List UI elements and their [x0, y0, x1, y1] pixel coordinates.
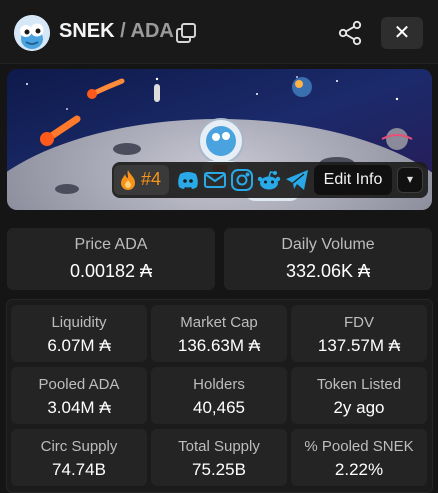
- close-icon: ✕: [393, 22, 411, 44]
- rank-badge[interactable]: #4: [114, 165, 169, 195]
- circ-supply-card: Circ Supply 74.74B: [11, 429, 147, 486]
- holders-label: Holders: [193, 376, 245, 393]
- total-supply-label: Total Supply: [178, 438, 260, 455]
- instagram-icon[interactable]: [230, 169, 254, 191]
- price-ada-value: 0.00182 ₳: [69, 261, 153, 281]
- circ-supply-value: 74.74B: [52, 460, 106, 479]
- pooled-snek-label: % Pooled SNEK: [304, 438, 414, 455]
- token-listed-card: Token Listed 2y ago: [291, 367, 427, 424]
- total-supply-value: 75.25B: [192, 460, 246, 479]
- more-options-dropdown[interactable]: ▾: [397, 167, 423, 193]
- chevron-down-icon: ▾: [406, 172, 414, 186]
- base-token: SNEK: [59, 20, 115, 42]
- pooled-ada-card: Pooled ADA 3.04M ₳: [11, 367, 147, 424]
- header-bar: SNEK / ADA ✕: [0, 0, 438, 64]
- pooled-ada-value: 3.04M ₳: [47, 398, 111, 417]
- copy-icon[interactable]: [174, 21, 198, 45]
- price-ada-card: Price ADA 0.00182 ₳: [7, 228, 215, 290]
- email-icon[interactable]: [203, 169, 227, 191]
- edit-info-button[interactable]: Edit Info: [314, 165, 392, 195]
- rank-label: #4: [141, 169, 162, 189]
- discord-icon[interactable]: [176, 169, 200, 191]
- close-button[interactable]: ✕: [381, 17, 423, 49]
- daily-volume-card: Daily Volume 332.06K ₳: [224, 228, 432, 290]
- price-ada-label: Price ADA: [74, 236, 148, 253]
- pooled-snek-card: % Pooled SNEK 2.22%: [291, 429, 427, 486]
- daily-volume-label: Daily Volume: [281, 236, 375, 253]
- quote-token: ADA: [130, 20, 174, 42]
- token-listed-label: Token Listed: [316, 376, 402, 393]
- market-cap-label: Market Cap: [180, 314, 258, 331]
- pair-title: SNEK / ADA: [59, 20, 174, 43]
- token-info-panel: SNEK / ADA ✕ #4 Edit Info ▾ Price ADA 0.…: [0, 0, 438, 493]
- circ-supply-label: Circ Supply: [40, 438, 118, 455]
- telegram-icon[interactable]: [285, 169, 309, 191]
- pooled-ada-label: Pooled ADA: [38, 376, 120, 393]
- fdv-value: 137.57M ₳: [317, 336, 401, 355]
- liquidity-card: Liquidity 6.07M ₳: [11, 305, 147, 362]
- liquidity-value: 6.07M ₳: [47, 336, 111, 355]
- fire-icon: [121, 170, 135, 190]
- liquidity-label: Liquidity: [51, 314, 107, 331]
- market-cap-card: Market Cap 136.63M ₳: [151, 305, 287, 362]
- daily-volume-value: 332.06K ₳: [285, 261, 371, 281]
- reddit-icon[interactable]: [257, 169, 281, 191]
- pair-separator: /: [120, 20, 126, 42]
- fdv-card: FDV 137.57M ₳: [291, 305, 427, 362]
- fdv-label: FDV: [344, 314, 374, 331]
- pooled-snek-value: 2.22%: [334, 460, 384, 479]
- holders-card: Holders 40,465: [151, 367, 287, 424]
- token-listed-value: 2y ago: [333, 398, 385, 417]
- snek-logo-icon: [14, 15, 50, 51]
- market-cap-value: 136.63M ₳: [177, 336, 261, 355]
- total-supply-card: Total Supply 75.25B: [151, 429, 287, 486]
- holders-value: 40,465: [193, 398, 245, 417]
- share-icon[interactable]: [337, 20, 363, 46]
